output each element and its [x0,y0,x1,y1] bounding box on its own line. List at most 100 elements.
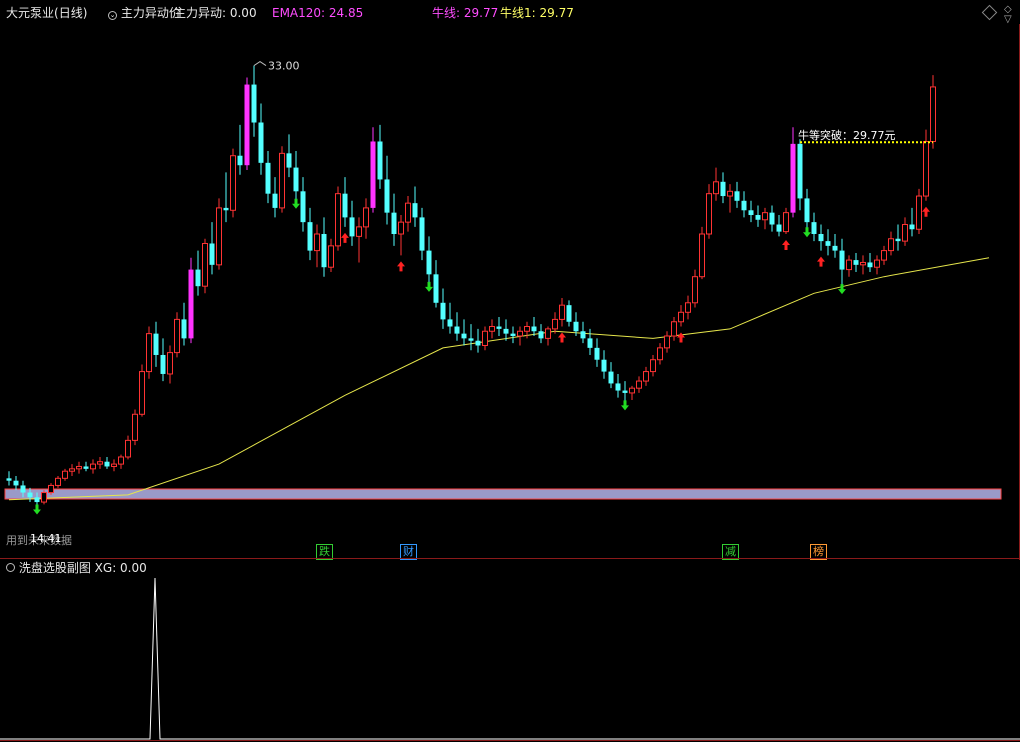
candle [293,150,299,201]
candle-body [559,304,565,320]
candle [517,326,523,346]
candle-body [797,143,803,199]
breakout-label: 牛等突破：29.77元 [798,128,896,142]
up-arrow-icon [558,332,566,343]
candle [783,207,789,234]
candle [62,468,68,481]
sub-chart-header[interactable]: 洗盘选股副图 XG: 0.00 [6,560,147,576]
candle-body [685,302,691,313]
candle [671,317,677,341]
candle [615,373,621,398]
candle-body [412,203,418,218]
candle [489,319,495,339]
xg-spike-line [0,577,1020,740]
candle [881,245,887,265]
candle-body [265,162,271,194]
candle [685,295,691,320]
candle [125,435,131,460]
up-arrow-icon [397,261,405,272]
candle-body [391,212,397,234]
event-label: 减 [725,545,736,558]
candle [622,381,628,403]
candle-body [160,354,166,374]
candle [111,459,117,472]
candle-body [398,221,404,235]
candle-body [216,207,222,266]
candle [741,191,747,218]
candle [146,326,152,379]
pane-divider[interactable] [0,558,1020,559]
candlestick-chart[interactable]: 牛等突破：29.77元 33.00 [0,0,1020,558]
candle-body [769,212,775,225]
candle-body [727,190,733,197]
candle [538,324,544,344]
candle [461,319,467,346]
candle-body [888,238,894,252]
candle-body [475,340,481,346]
candle-body [720,181,726,197]
candle-body [125,439,131,458]
candle-body [776,224,782,232]
sub-chart-title: 洗盘选股副图 [18,561,91,575]
candle-body [230,155,236,211]
xg-value: XG: 0.00 [94,561,147,575]
candle [6,471,12,486]
candle [181,302,187,346]
candle-body [622,390,628,393]
candle [307,207,313,261]
candle [587,328,593,355]
candle-body [97,461,103,465]
candle [398,215,404,256]
candle-body [34,497,40,503]
candle-body [468,338,474,341]
up-arrow-icon [677,332,685,343]
candle-body [545,328,551,339]
candle [846,255,852,277]
candle-body [286,153,292,168]
candle-body [748,210,754,216]
candle [440,288,446,329]
candle-body [783,212,789,233]
candle-body [251,84,257,123]
candle [363,198,369,239]
candle [867,252,873,272]
candle [734,181,740,208]
candle [251,65,257,137]
candle [83,461,89,472]
candle-body [734,191,740,201]
candle-body [762,212,768,221]
candle-body [517,330,523,337]
candle [608,362,614,389]
candle-body [930,86,936,142]
candle [699,226,705,280]
event-label: 跌 [319,545,330,558]
candle [244,77,250,170]
down-arrow-icon [33,504,41,515]
candle [41,490,47,505]
candle-body [755,215,761,220]
candle-body [692,276,698,304]
candle [727,184,733,213]
candle-body [552,318,558,330]
candle-body [48,484,54,494]
candle-body [566,305,572,322]
up-arrow-icon [922,206,930,217]
candle-body [104,461,110,467]
candle [580,321,586,344]
candle [496,317,502,336]
candle [797,139,803,211]
candle [503,319,509,341]
candle [804,188,810,230]
candle-body [356,226,362,237]
candle [272,177,278,218]
candle-body [433,274,439,303]
candle [636,376,642,393]
candle [839,238,845,287]
candle-body [636,380,642,389]
candle-body [531,326,537,332]
candle-body [321,234,327,268]
candle [762,207,768,230]
candle-body [342,193,348,218]
candle [601,350,607,379]
candle-body [307,222,313,251]
